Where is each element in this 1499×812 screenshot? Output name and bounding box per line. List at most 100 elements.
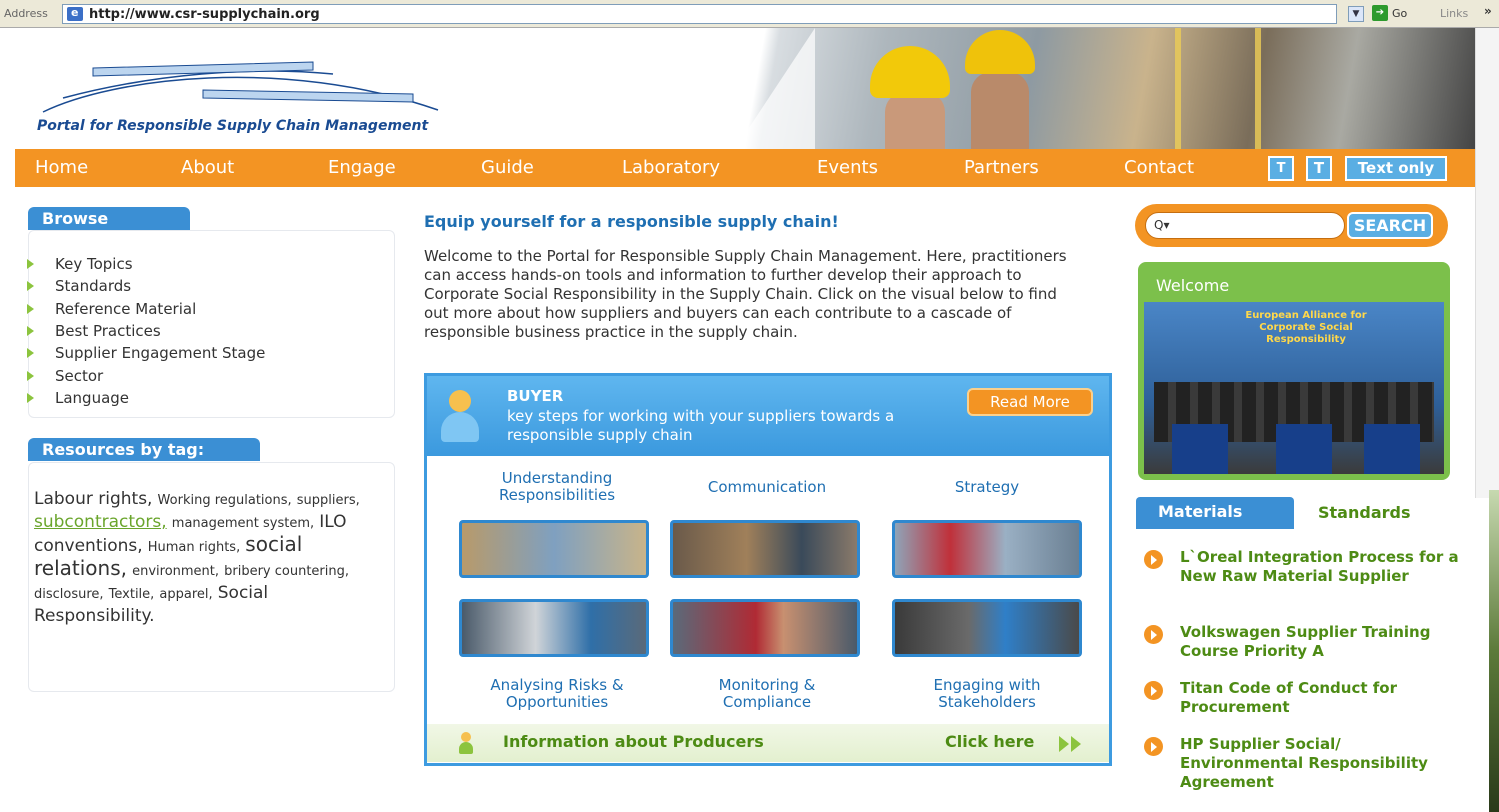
play-arrow-icon xyxy=(1059,736,1069,752)
buyer-subtitle: key steps for working with your supplier… xyxy=(507,407,895,444)
step-image-analysing[interactable] xyxy=(459,599,649,657)
step-engaging-stakeholders[interactable]: Engaging with Stakeholders xyxy=(897,677,1077,711)
producers-label: Information about Producers xyxy=(503,732,764,751)
nav-home[interactable]: Home xyxy=(35,157,88,178)
welcome-photo[interactable]: European Alliance for Corporate Social R… xyxy=(1144,302,1444,474)
url-text[interactable]: http://www.csr-supplychain.org xyxy=(89,7,320,22)
header-photo xyxy=(735,28,1475,149)
bullet-arrow-icon xyxy=(27,371,34,381)
step-communication[interactable]: Communication xyxy=(677,479,857,496)
go-label: Go xyxy=(1392,6,1408,20)
url-field[interactable]: http://www.csr-supplychain.org xyxy=(62,4,1337,24)
material-item[interactable]: Volkswagen Supplier Training Course Prio… xyxy=(1144,623,1464,663)
chevron-down-icon[interactable]: ▼ xyxy=(1348,6,1364,22)
tag-link[interactable]: Labour rights, xyxy=(34,489,152,509)
materials-tabs: Materials Standards xyxy=(1136,497,1446,529)
person-icon xyxy=(441,390,479,442)
scrollbar[interactable] xyxy=(1475,28,1499,498)
buyer-visual[interactable]: BUYER key steps for working with your su… xyxy=(424,373,1112,766)
play-arrow-icon xyxy=(1071,736,1081,752)
text-only-button[interactable]: Text only xyxy=(1345,156,1447,181)
material-item[interactable]: L`Oreal Integration Process for a New Ra… xyxy=(1144,548,1464,606)
tag-link[interactable]: environment, xyxy=(132,564,219,579)
step-image-understanding[interactable] xyxy=(459,520,649,578)
bullet-arrow-icon xyxy=(27,326,34,336)
tag-link[interactable]: apparel, xyxy=(159,587,212,602)
bullet-arrow-icon xyxy=(27,281,34,291)
buyer-title: BUYER xyxy=(507,387,564,405)
tag-link[interactable]: disclosure, xyxy=(34,587,104,602)
nav-partners[interactable]: Partners xyxy=(964,157,1039,178)
nav-events[interactable]: Events xyxy=(817,157,878,178)
site-logo[interactable]: Portal for Responsible Supply Chain Mana… xyxy=(33,48,443,148)
arrow-circle-icon xyxy=(1144,625,1163,644)
nav-contact[interactable]: Contact xyxy=(1124,157,1194,178)
site-header: Portal for Responsible Supply Chain Mana… xyxy=(15,28,1475,149)
nav-laboratory[interactable]: Laboratory xyxy=(622,157,720,178)
material-item[interactable]: HP Supplier Social/ Environmental Respon… xyxy=(1144,735,1464,795)
material-link[interactable]: Titan Code of Conduct for Procurement xyxy=(1180,679,1460,717)
toolbar-overflow-icon[interactable]: » xyxy=(1484,4,1492,18)
arrow-circle-icon xyxy=(1144,681,1163,700)
material-link[interactable]: L`Oreal Integration Process for a New Ra… xyxy=(1180,548,1460,586)
step-monitoring-compliance[interactable]: Monitoring & Compliance xyxy=(677,677,857,711)
tag-link[interactable]: Textile, xyxy=(109,587,155,602)
tag-link[interactable]: subcontractors, xyxy=(34,512,167,532)
logo-swoosh-icon xyxy=(42,61,439,113)
browse-item-best-practices[interactable]: Best Practices xyxy=(27,322,161,340)
page-icon xyxy=(67,6,83,21)
browse-item-reference-material[interactable]: Reference Material xyxy=(27,300,196,318)
material-link[interactable]: HP Supplier Social/ Environmental Respon… xyxy=(1180,735,1460,792)
search-box: Q▾ SEARCH xyxy=(1135,204,1448,247)
main-nav: Home About Engage Guide Laboratory Event… xyxy=(15,149,1475,187)
address-bar: Address http://www.csr-supplychain.org ▼… xyxy=(0,0,1499,28)
bullet-arrow-icon xyxy=(27,304,34,314)
step-strategy[interactable]: Strategy xyxy=(897,479,1077,496)
page-title: Equip yourself for a responsible supply … xyxy=(424,212,839,231)
welcome-box: Welcome European Alliance for Corporate … xyxy=(1138,262,1450,480)
step-image-communication[interactable] xyxy=(670,520,860,578)
go-button[interactable]: ➔ Go xyxy=(1372,5,1407,21)
browse-item-language[interactable]: Language xyxy=(27,389,129,407)
arrow-circle-icon xyxy=(1144,737,1163,756)
search-input[interactable]: Q▾ xyxy=(1145,212,1345,239)
tag-link[interactable]: suppliers, xyxy=(297,493,360,508)
tag-link[interactable]: Human rights, xyxy=(148,540,240,555)
buyer-header: BUYER key steps for working with your su… xyxy=(427,376,1109,456)
step-image-monitoring[interactable] xyxy=(670,599,860,657)
tag-link[interactable]: Working regulations, xyxy=(158,493,292,508)
step-understanding-responsibilities[interactable]: Understanding Responsibilities xyxy=(467,470,647,504)
step-image-engaging[interactable] xyxy=(892,599,1082,657)
browse-item-supplier-engagement-stage[interactable]: Supplier Engagement Stage xyxy=(27,344,265,362)
intro-text: Welcome to the Portal for Responsible Su… xyxy=(424,247,1067,341)
tag-cloud: Labour rights, Working regulations, supp… xyxy=(34,488,364,627)
nav-engage[interactable]: Engage xyxy=(328,157,396,178)
read-more-button[interactable]: Read More xyxy=(967,388,1093,416)
links-toolbar[interactable]: Links xyxy=(1440,7,1468,20)
click-here-link[interactable]: Click here xyxy=(945,732,1034,751)
step-analysing-risks[interactable]: Analysing Risks & Opportunities xyxy=(467,677,647,711)
tab-materials[interactable]: Materials xyxy=(1136,497,1294,529)
browse-item-standards[interactable]: Standards xyxy=(27,277,131,295)
step-image-strategy[interactable] xyxy=(892,520,1082,578)
search-button[interactable]: SEARCH xyxy=(1347,212,1433,239)
browse-item-key-topics[interactable]: Key Topics xyxy=(27,255,133,273)
producers-bar[interactable]: Information about Producers Click here xyxy=(427,724,1109,762)
desktop-background-edge xyxy=(1489,490,1499,812)
tab-standards[interactable]: Standards xyxy=(1294,497,1446,529)
text-size-large-button[interactable]: T xyxy=(1306,156,1332,181)
tag-link[interactable]: management system, xyxy=(172,516,314,531)
address-label: Address xyxy=(4,7,48,20)
text-size-small-button[interactable]: T xyxy=(1268,156,1294,181)
nav-guide[interactable]: Guide xyxy=(481,157,534,178)
welcome-sign: European Alliance for Corporate Social R… xyxy=(1245,310,1367,345)
material-item[interactable]: Titan Code of Conduct for Procurement xyxy=(1144,679,1464,719)
tag-link[interactable]: bribery countering, xyxy=(224,564,349,579)
browse-item-sector[interactable]: Sector xyxy=(27,367,103,385)
welcome-title: Welcome xyxy=(1156,276,1230,295)
logo-text: Portal for Responsible Supply Chain Mana… xyxy=(37,118,429,134)
material-link[interactable]: Volkswagen Supplier Training Course Prio… xyxy=(1180,623,1460,661)
nav-about[interactable]: About xyxy=(181,157,234,178)
bullet-arrow-icon xyxy=(27,348,34,358)
go-arrow-icon: ➔ xyxy=(1372,5,1388,21)
